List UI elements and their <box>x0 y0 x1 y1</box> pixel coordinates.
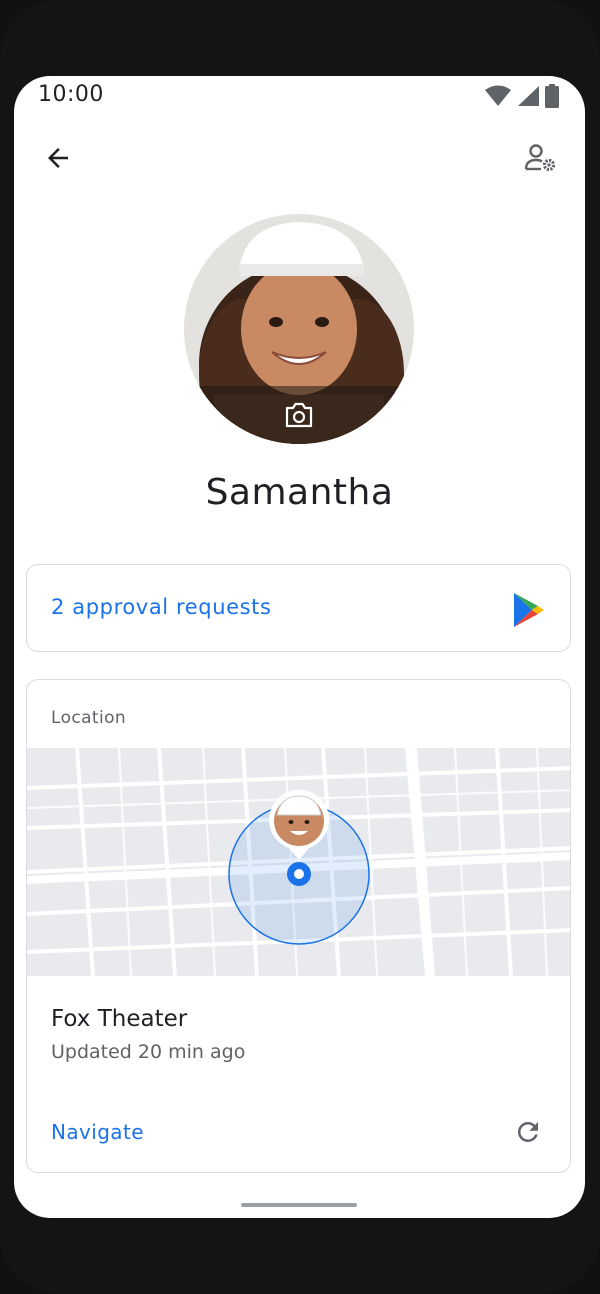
app-bar <box>14 126 585 190</box>
current-location-dot <box>287 862 311 886</box>
navigate-button[interactable]: Navigate <box>51 1120 144 1144</box>
back-button[interactable] <box>36 136 80 180</box>
place-name: Fox Theater <box>51 1006 188 1032</box>
arrow-back-icon <box>48 148 68 168</box>
location-card: Location Fox Theater Updated 20 min ago … <box>26 679 571 1173</box>
camera-icon <box>285 402 313 428</box>
person-settings-icon <box>524 144 556 172</box>
updated-time: Updated 20 min ago <box>51 1041 246 1063</box>
refresh-button[interactable] <box>510 1114 546 1150</box>
status-bar: 10:00 <box>14 76 585 116</box>
refresh-icon <box>517 1122 538 1142</box>
cellular-signal-icon <box>518 86 539 106</box>
app-screen: 10:00 Samantha 2 approval requests Locat… <box>14 76 585 1218</box>
battery-icon <box>545 84 559 108</box>
profile-name: Samantha <box>205 472 394 513</box>
status-time: 10:00 <box>38 82 104 107</box>
status-icons <box>485 84 559 108</box>
person-settings-button[interactable] <box>519 136 563 180</box>
change-photo-overlay[interactable] <box>184 386 414 444</box>
location-label: Location <box>51 708 127 728</box>
google-play-icon <box>514 593 544 627</box>
person-location-marker <box>269 790 329 860</box>
profile-avatar[interactable] <box>184 214 414 444</box>
gesture-nav-handle[interactable] <box>241 1203 357 1207</box>
phone-frame: 10:00 Samantha 2 approval requests Locat… <box>0 0 600 1294</box>
wifi-icon <box>485 85 511 106</box>
approval-requests-label: 2 approval requests <box>51 595 272 619</box>
approval-requests-card[interactable]: 2 approval requests <box>26 564 571 652</box>
location-map[interactable] <box>27 748 570 976</box>
